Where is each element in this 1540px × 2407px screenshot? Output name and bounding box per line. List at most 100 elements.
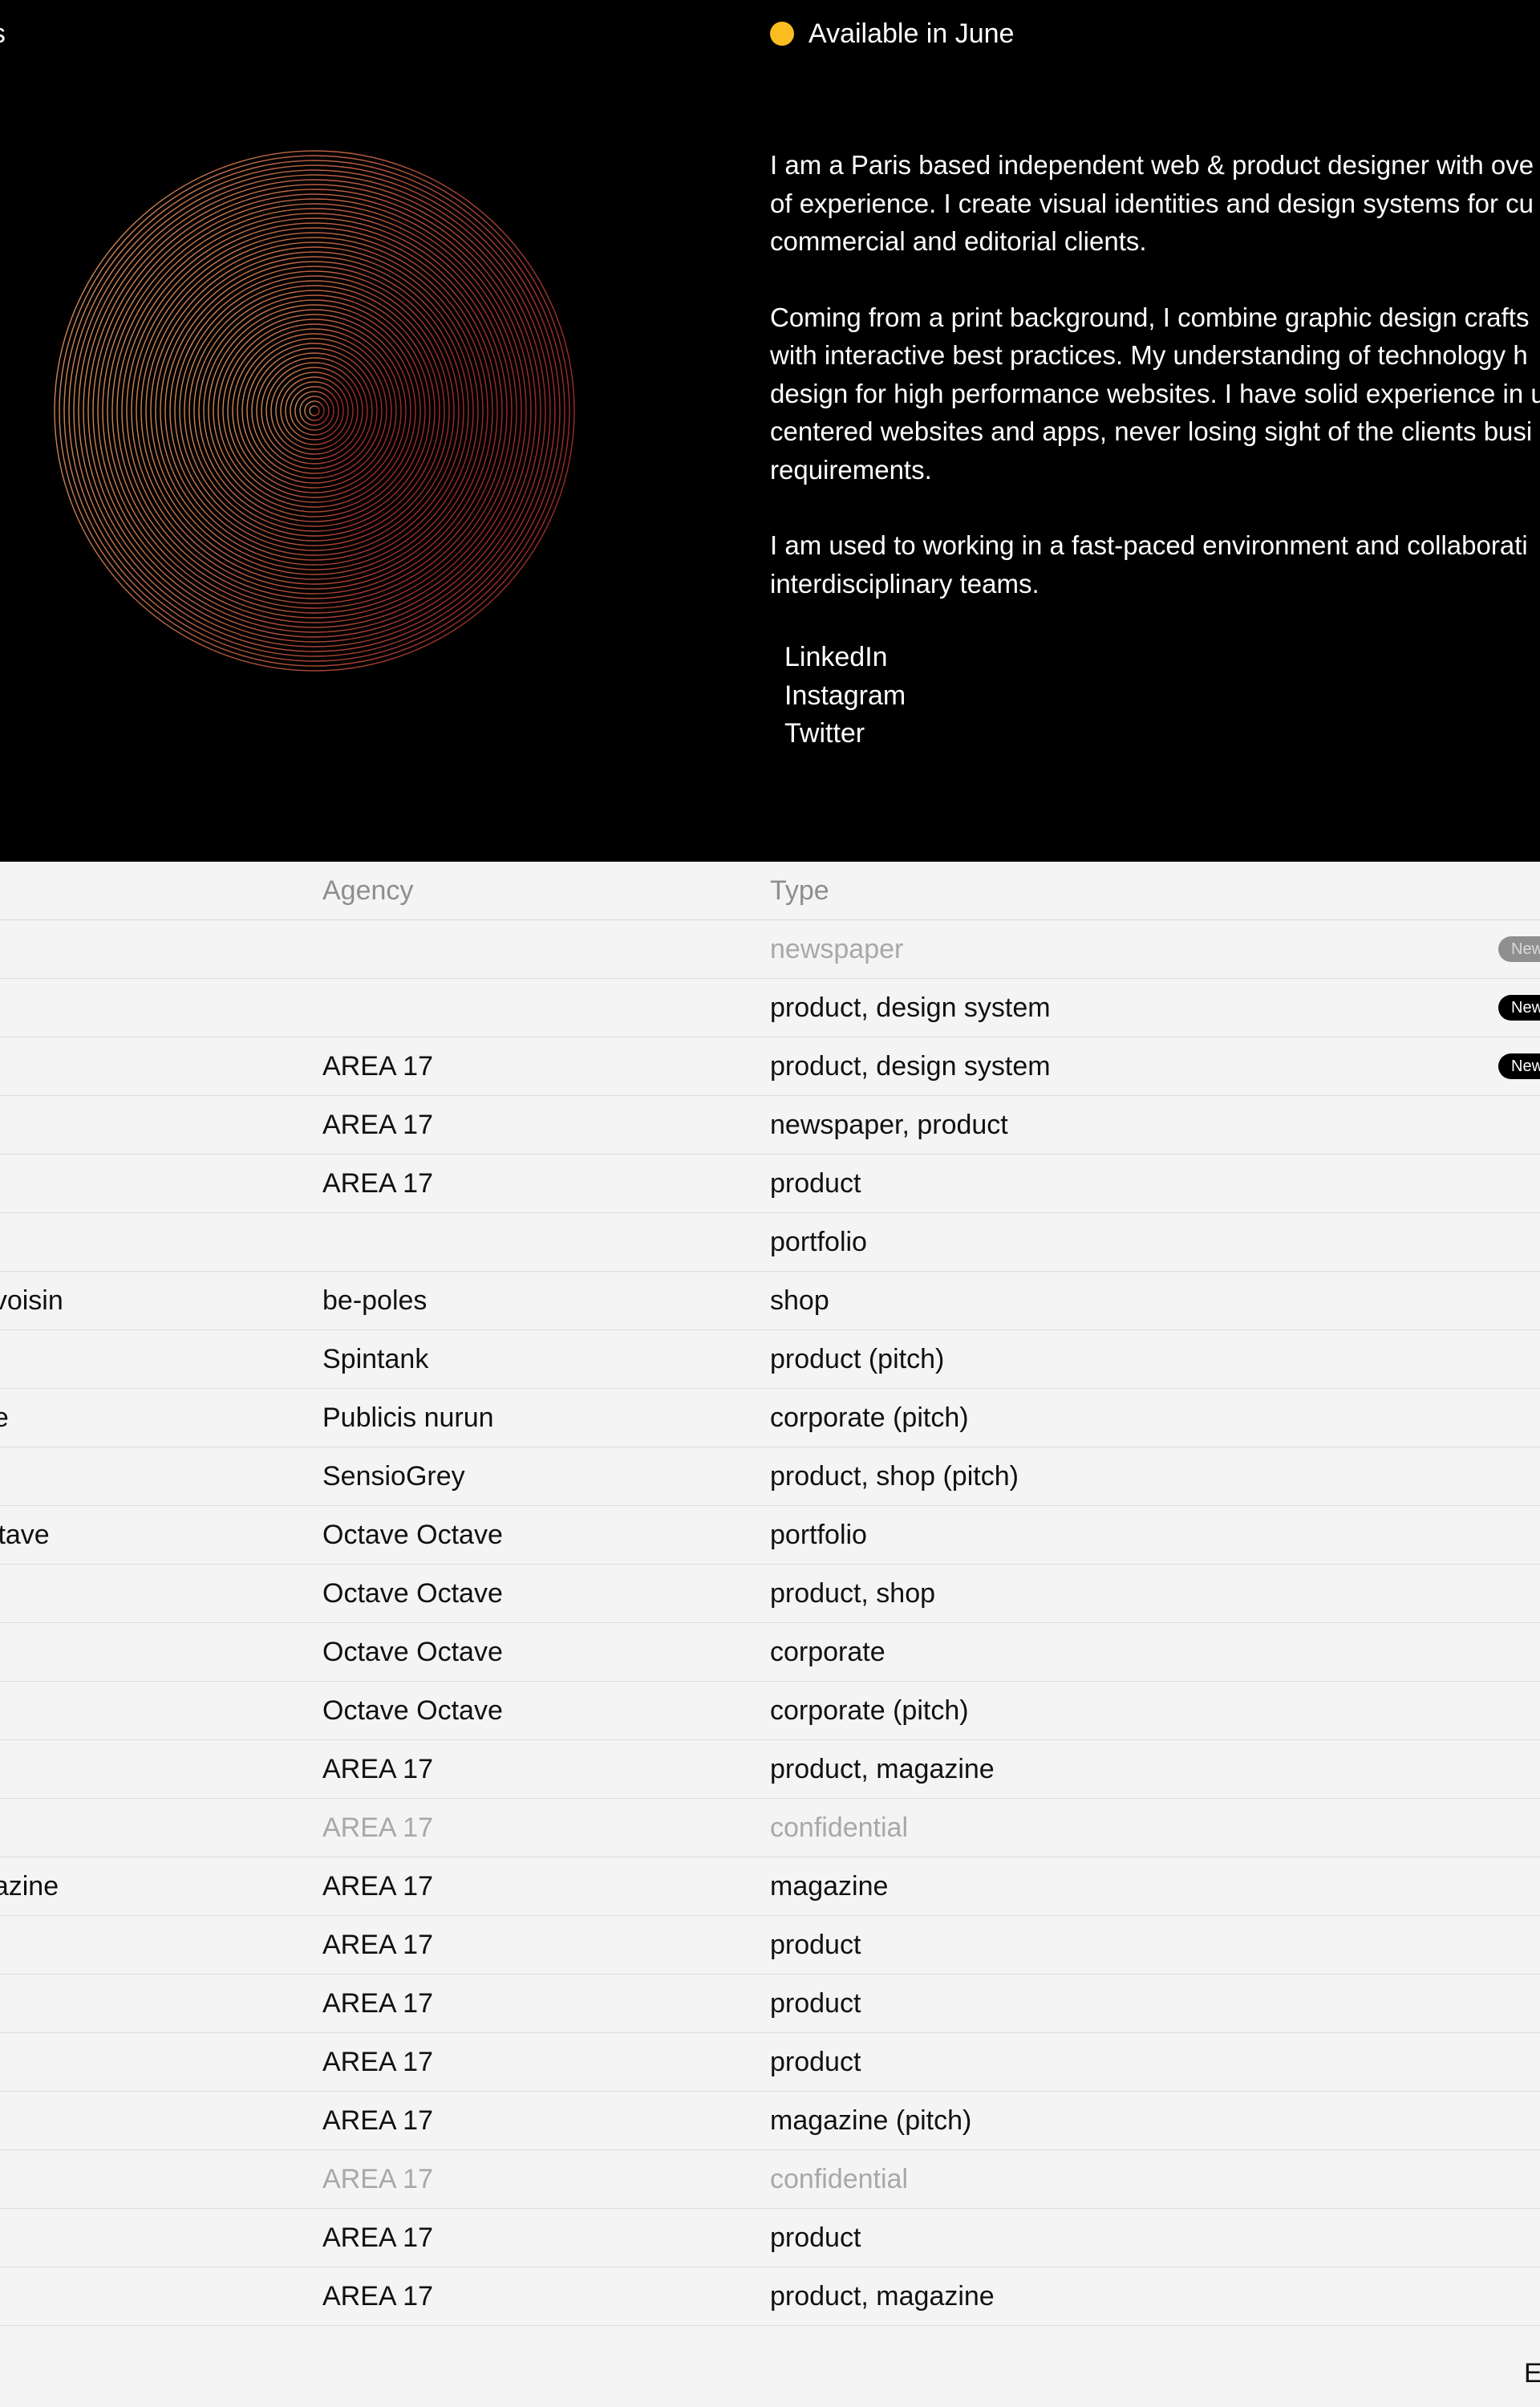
table-row[interactable]: nAREA 17newspaper, product bbox=[0, 1096, 1540, 1155]
agency-cell: AREA 17 bbox=[322, 1812, 433, 1843]
agency-cell: AREA 17 bbox=[322, 1988, 433, 2019]
bio-line: Coming from a print background, I combin… bbox=[770, 302, 1530, 332]
availability-status: Available in June bbox=[770, 16, 1014, 51]
ring-stroke bbox=[140, 237, 488, 585]
type-cell: newspaper, product bbox=[770, 1110, 1008, 1140]
new-badge: New bbox=[1498, 1053, 1540, 1079]
ring-stroke bbox=[193, 290, 436, 532]
table-row[interactable]: enewspaperNew bbox=[0, 920, 1540, 979]
table-row[interactable]: product, design system New bbox=[0, 979, 1540, 1037]
type-cell: confidential bbox=[770, 2164, 909, 2194]
type-cell: portfolio bbox=[770, 1520, 867, 1550]
type-cell: product, shop (pitch) bbox=[770, 1461, 1019, 1492]
table-row[interactable]: AREA 17 product, magazine bbox=[0, 2267, 1540, 2326]
new-badge: New bbox=[1498, 995, 1540, 1021]
type-column-header: Type bbox=[770, 875, 829, 906]
agency-cell: AREA 17 bbox=[322, 2047, 433, 2077]
table-row[interactable]: Spintank product (pitch) bbox=[0, 1330, 1540, 1389]
ring-stroke bbox=[116, 213, 513, 609]
table-row[interactable]: AREA 17 product bbox=[0, 1155, 1540, 1213]
table-row[interactable]: portfolio bbox=[0, 1213, 1540, 1272]
table-row[interactable]: AREA 17 product, design system New bbox=[0, 1037, 1540, 1096]
agency-cell: AREA 17 bbox=[322, 1168, 433, 1199]
instagram-link[interactable]: Instagram bbox=[784, 677, 906, 716]
ring-stroke bbox=[285, 381, 344, 440]
type-cell: corporate (pitch) bbox=[770, 1402, 969, 1433]
bio-line: interdisciplinary teams. bbox=[770, 568, 1040, 599]
type-cell: product (pitch) bbox=[770, 1344, 945, 1374]
table-row[interactable]: AREA 17 product bbox=[0, 1916, 1540, 1975]
table-row[interactable]: SensioGrey product, shop (pitch) bbox=[0, 1447, 1540, 1506]
table-row[interactable]: Octave Octave Octave portfolio bbox=[0, 1506, 1540, 1565]
ring-stroke bbox=[246, 343, 383, 479]
bio-paragraph-3: I am used to working in a fast-paced env… bbox=[770, 526, 1540, 603]
agency-cell: AREA 17 bbox=[322, 2105, 433, 2136]
table-row[interactable]: AREA 17 product bbox=[0, 2033, 1540, 2092]
ring-stroke bbox=[54, 150, 575, 672]
agency-cell: Octave Octave bbox=[322, 1578, 503, 1609]
table-row[interactable]: AREA 17 confidential bbox=[0, 2150, 1540, 2209]
type-cell: product bbox=[770, 2047, 861, 2077]
agency-cell: AREA 17 bbox=[322, 1930, 433, 1960]
ring-stroke bbox=[164, 261, 464, 561]
table-row[interactable]: AREA 17 product, magazine bbox=[0, 1740, 1540, 1799]
social-links: LinkedIn Instagram Twitter bbox=[784, 639, 906, 753]
table-row[interactable]: onvoisin be-poles shop bbox=[0, 1272, 1540, 1330]
bio-line: with interactive best practices. My unde… bbox=[770, 340, 1528, 370]
table-row[interactable]: AREA 17 magazine (pitch) bbox=[0, 2092, 1540, 2150]
ring-stroke bbox=[102, 198, 527, 623]
table-row[interactable]: AREA 17 product bbox=[0, 2209, 1540, 2267]
bio-text: I am a Paris based independent web & pro… bbox=[770, 146, 1540, 640]
project-name-cell: upe bbox=[0, 1402, 9, 1433]
ring-stroke bbox=[222, 319, 407, 503]
type-cell: product, magazine bbox=[770, 1754, 995, 1784]
bio-line: I am used to working in a fast-paced env… bbox=[770, 530, 1528, 560]
type-cell: product bbox=[770, 1168, 861, 1199]
ring-stroke bbox=[304, 400, 325, 421]
status-dot-icon bbox=[770, 22, 794, 46]
bio-line: commercial and editorial clients. bbox=[770, 226, 1147, 256]
type-cell: magazine bbox=[770, 1871, 889, 1902]
agency-cell: Spintank bbox=[322, 1344, 429, 1374]
agency-cell: AREA 17 bbox=[322, 1110, 433, 1140]
twitter-link[interactable]: Twitter bbox=[784, 715, 906, 753]
bio-line: design for high performance websites. I … bbox=[770, 378, 1540, 408]
agency-column-header: Agency bbox=[322, 875, 414, 906]
ring-stroke bbox=[198, 294, 431, 527]
ring-stroke bbox=[78, 174, 551, 647]
ring-stroke bbox=[174, 270, 455, 551]
bio-line: of experience. I create visual identitie… bbox=[770, 188, 1534, 218]
table-row[interactable]: upe Publicis nurun corporate (pitch) bbox=[0, 1389, 1540, 1447]
agency-cell: AREA 17 bbox=[322, 1871, 433, 1902]
table-row[interactable]: AREA 17 product bbox=[0, 1975, 1540, 2033]
table-row[interactable]: Octave Octave corporate bbox=[0, 1623, 1540, 1682]
type-cell: product, shop bbox=[770, 1578, 936, 1609]
project-name-cell: agazine bbox=[0, 1871, 59, 1902]
table-row[interactable]: Octave Octave product, shop bbox=[0, 1565, 1540, 1623]
table-row[interactable]: Octave Octave corporate (pitch) bbox=[0, 1682, 1540, 1740]
agency-cell: Octave Octave bbox=[322, 1695, 503, 1726]
availability-label: Available in June bbox=[808, 18, 1015, 49]
ring-stroke bbox=[126, 222, 503, 599]
agency-cell: AREA 17 bbox=[322, 1754, 433, 1784]
bio-line: centered websites and apps, never losing… bbox=[770, 416, 1533, 446]
type-cell: product, design system bbox=[770, 992, 1051, 1023]
ring-stroke bbox=[179, 275, 450, 546]
type-cell: newspaper bbox=[770, 934, 904, 964]
table-row[interactable]: agazine AREA 17 magazine bbox=[0, 1857, 1540, 1916]
ring-stroke bbox=[83, 179, 546, 643]
hero-section: ves Available in June I am a Paris based… bbox=[0, 0, 1540, 862]
ring-stroke bbox=[63, 160, 565, 662]
project-name-cell: onvoisin bbox=[0, 1285, 63, 1316]
ring-stroke bbox=[208, 304, 421, 518]
table-row[interactable]: AREA 17 confidential bbox=[0, 1799, 1540, 1857]
ring-stroke bbox=[150, 246, 479, 575]
ring-stroke bbox=[275, 371, 354, 450]
type-cell: corporate bbox=[770, 1637, 886, 1667]
type-cell: shop bbox=[770, 1285, 829, 1316]
linkedin-link[interactable]: LinkedIn bbox=[784, 639, 906, 677]
type-cell: portfolio bbox=[770, 1227, 867, 1257]
type-cell: confidential bbox=[770, 1812, 909, 1843]
ring-stroke bbox=[237, 333, 392, 489]
agency-cell: Octave Octave bbox=[322, 1637, 503, 1667]
